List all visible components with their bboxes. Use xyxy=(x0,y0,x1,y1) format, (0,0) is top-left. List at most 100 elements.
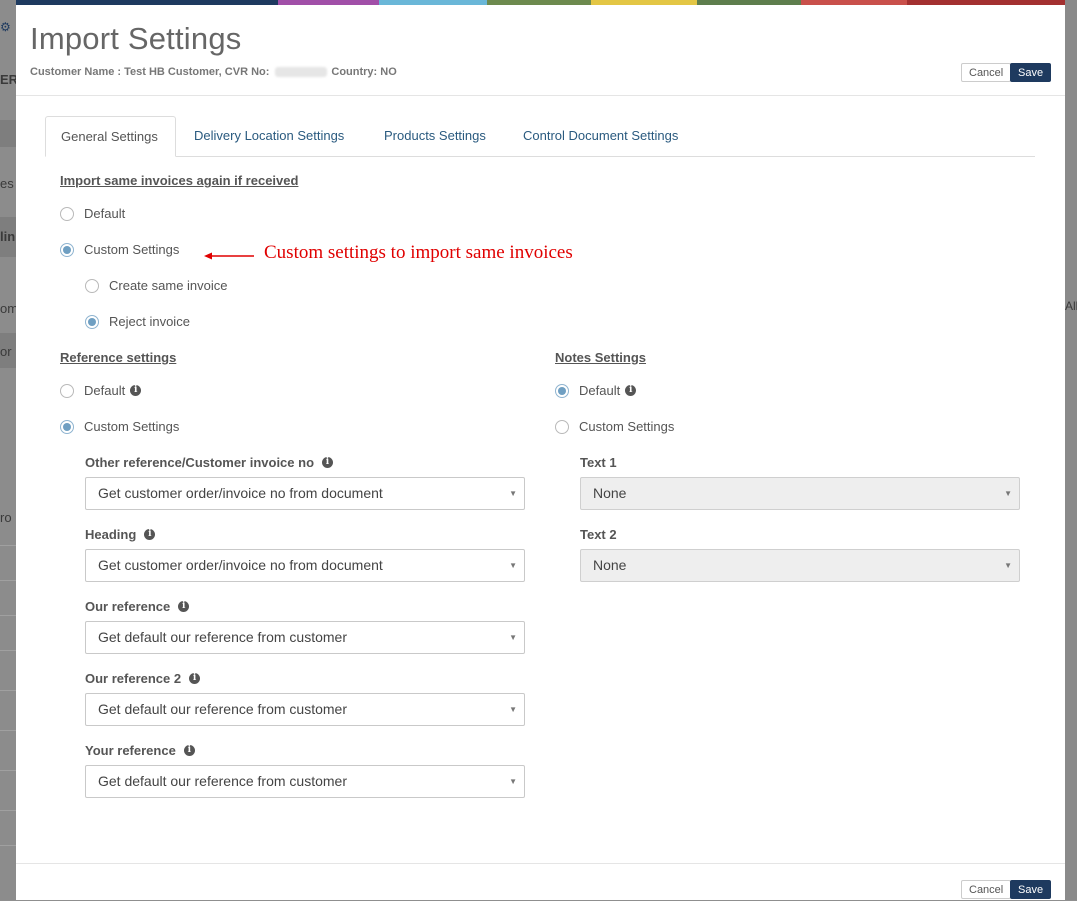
radio-label: Default xyxy=(579,383,621,398)
select-value: Get default our reference from customer xyxy=(98,701,347,717)
background-divider xyxy=(0,580,16,581)
radio-label: Custom Settings xyxy=(84,419,180,434)
field-label-text: Your reference xyxy=(85,743,176,758)
background-text: lin xyxy=(0,229,16,244)
redacted-cvr xyxy=(275,67,328,78)
heading-select[interactable]: Get customer order/invoice no from docum… xyxy=(85,549,525,582)
background-divider xyxy=(0,770,16,771)
radio-button-selected[interactable] xyxy=(555,383,569,398)
tab-general-settings[interactable]: General Settings xyxy=(45,116,176,157)
annotation-text: Custom settings to import same invoices xyxy=(264,242,573,263)
reference-default-option[interactable]: Default i xyxy=(60,383,142,398)
gear-icon: ⚙ xyxy=(0,20,11,34)
chevron-down-icon: ▼ xyxy=(1004,489,1012,498)
radio-label: Create same invoice xyxy=(109,278,228,293)
radio-button-selected[interactable] xyxy=(60,419,74,434)
customer-info: Customer Name : Test HB Customer, CVR No… xyxy=(30,66,397,78)
radio-button-selected[interactable] xyxy=(85,314,99,329)
arrow-left-icon xyxy=(204,252,254,260)
tab-delivery-location-settings[interactable]: Delivery Location Settings xyxy=(179,116,359,156)
modal-header: Import Settings Customer Name : Test HB … xyxy=(16,5,1065,96)
chevron-down-icon: ▼ xyxy=(509,633,517,642)
radio-label: Custom Settings xyxy=(579,419,675,434)
notes-settings-title: Notes Settings xyxy=(555,350,647,365)
our-reference-2-label: Our reference 2 i xyxy=(85,671,201,686)
field-label-text: Our reference xyxy=(85,599,171,614)
import-same-default-option[interactable]: Default xyxy=(60,206,125,221)
import-same-custom-option[interactable]: Custom Settings xyxy=(60,242,179,257)
other-reference-select[interactable]: Get customer order/invoice no from docum… xyxy=(85,477,525,510)
reject-invoice-option[interactable]: Reject invoice xyxy=(85,314,190,329)
our-reference-label: Our reference i xyxy=(85,599,190,614)
notes-custom-option[interactable]: Custom Settings xyxy=(555,419,674,434)
info-icon: i xyxy=(144,529,156,540)
info-icon: i xyxy=(178,601,190,612)
select-value: Get customer order/invoice no from docum… xyxy=(98,557,383,573)
radio-label: Default xyxy=(84,383,126,398)
info-icon: i xyxy=(130,385,142,396)
info-icon: i xyxy=(322,457,334,468)
select-value: None xyxy=(593,557,627,573)
radio-label: Custom Settings xyxy=(84,242,180,257)
chevron-down-icon: ▼ xyxy=(509,705,517,714)
import-same-title: Import same invoices again if received xyxy=(60,173,299,188)
chevron-down-icon: ▼ xyxy=(1004,561,1012,570)
select-value: Get default our reference from customer xyxy=(98,629,347,645)
radio-label: Reject invoice xyxy=(109,314,190,329)
reference-settings-title: Reference settings xyxy=(60,350,177,365)
create-same-invoice-option[interactable]: Create same invoice xyxy=(85,278,228,293)
field-label-text: Heading xyxy=(85,527,137,542)
footer-save-button[interactable]: Save xyxy=(1010,880,1052,899)
chevron-down-icon: ▼ xyxy=(509,777,517,786)
country-label: Country: NO xyxy=(331,66,397,78)
radio-label: Default xyxy=(84,206,126,221)
customer-info-label: Customer Name : Test HB Customer, CVR No… xyxy=(30,66,270,78)
text-1-select[interactable]: None ▼ xyxy=(580,477,1020,510)
radio-button-selected[interactable] xyxy=(60,242,74,257)
save-button[interactable]: Save xyxy=(1010,63,1052,82)
import-settings-modal: Import Settings Customer Name : Test HB … xyxy=(16,5,1065,900)
background-divider xyxy=(0,730,16,731)
background-text: All xyxy=(1065,299,1077,313)
background-text: es xyxy=(0,176,14,191)
background-right-panel: All xyxy=(1065,0,1077,900)
your-reference-label: Your reference i xyxy=(85,743,195,758)
background-divider xyxy=(0,810,16,811)
settings-tabs: General Settings Delivery Location Setti… xyxy=(45,116,1035,157)
radio-button[interactable] xyxy=(60,206,74,221)
chevron-down-icon: ▼ xyxy=(509,561,517,570)
radio-button[interactable] xyxy=(60,383,74,398)
radio-button[interactable] xyxy=(85,278,99,293)
background-divider xyxy=(0,650,16,651)
tab-products-settings[interactable]: Products Settings xyxy=(369,116,501,156)
your-reference-select[interactable]: Get default our reference from customer ▼ xyxy=(85,765,525,798)
text-2-label: Text 2 xyxy=(580,527,617,542)
background-text: ro xyxy=(0,510,12,525)
text-2-select[interactable]: None ▼ xyxy=(580,549,1020,582)
our-reference-2-select[interactable]: Get default our reference from customer ▼ xyxy=(85,693,525,726)
tab-control-document-settings[interactable]: Control Document Settings xyxy=(508,116,693,156)
background-divider xyxy=(0,545,16,546)
cancel-button[interactable]: Cancel xyxy=(961,63,1012,82)
background-text: or xyxy=(0,344,12,359)
reference-custom-option[interactable]: Custom Settings xyxy=(60,419,179,434)
modal-footer: Cancel Save xyxy=(16,863,1065,901)
select-value: Get default our reference from customer xyxy=(98,773,347,789)
footer-cancel-button[interactable]: Cancel xyxy=(961,880,1012,899)
text-1-label: Text 1 xyxy=(580,455,617,470)
info-icon: i xyxy=(183,745,195,756)
page-title: Import Settings xyxy=(30,21,242,56)
select-value: None xyxy=(593,485,627,501)
info-icon: i xyxy=(625,385,637,396)
background-strip xyxy=(0,120,16,147)
background-divider xyxy=(0,845,16,846)
field-label-text: Our reference 2 xyxy=(85,671,182,686)
our-reference-select[interactable]: Get default our reference from customer ▼ xyxy=(85,621,525,654)
chevron-down-icon: ▼ xyxy=(509,489,517,498)
heading-label: Heading i xyxy=(85,527,156,542)
radio-button[interactable] xyxy=(555,419,569,434)
info-icon: i xyxy=(189,673,201,684)
notes-default-option[interactable]: Default i xyxy=(555,383,637,398)
other-reference-label: Other reference/Customer invoice no i xyxy=(85,455,334,470)
background-divider xyxy=(0,690,16,691)
